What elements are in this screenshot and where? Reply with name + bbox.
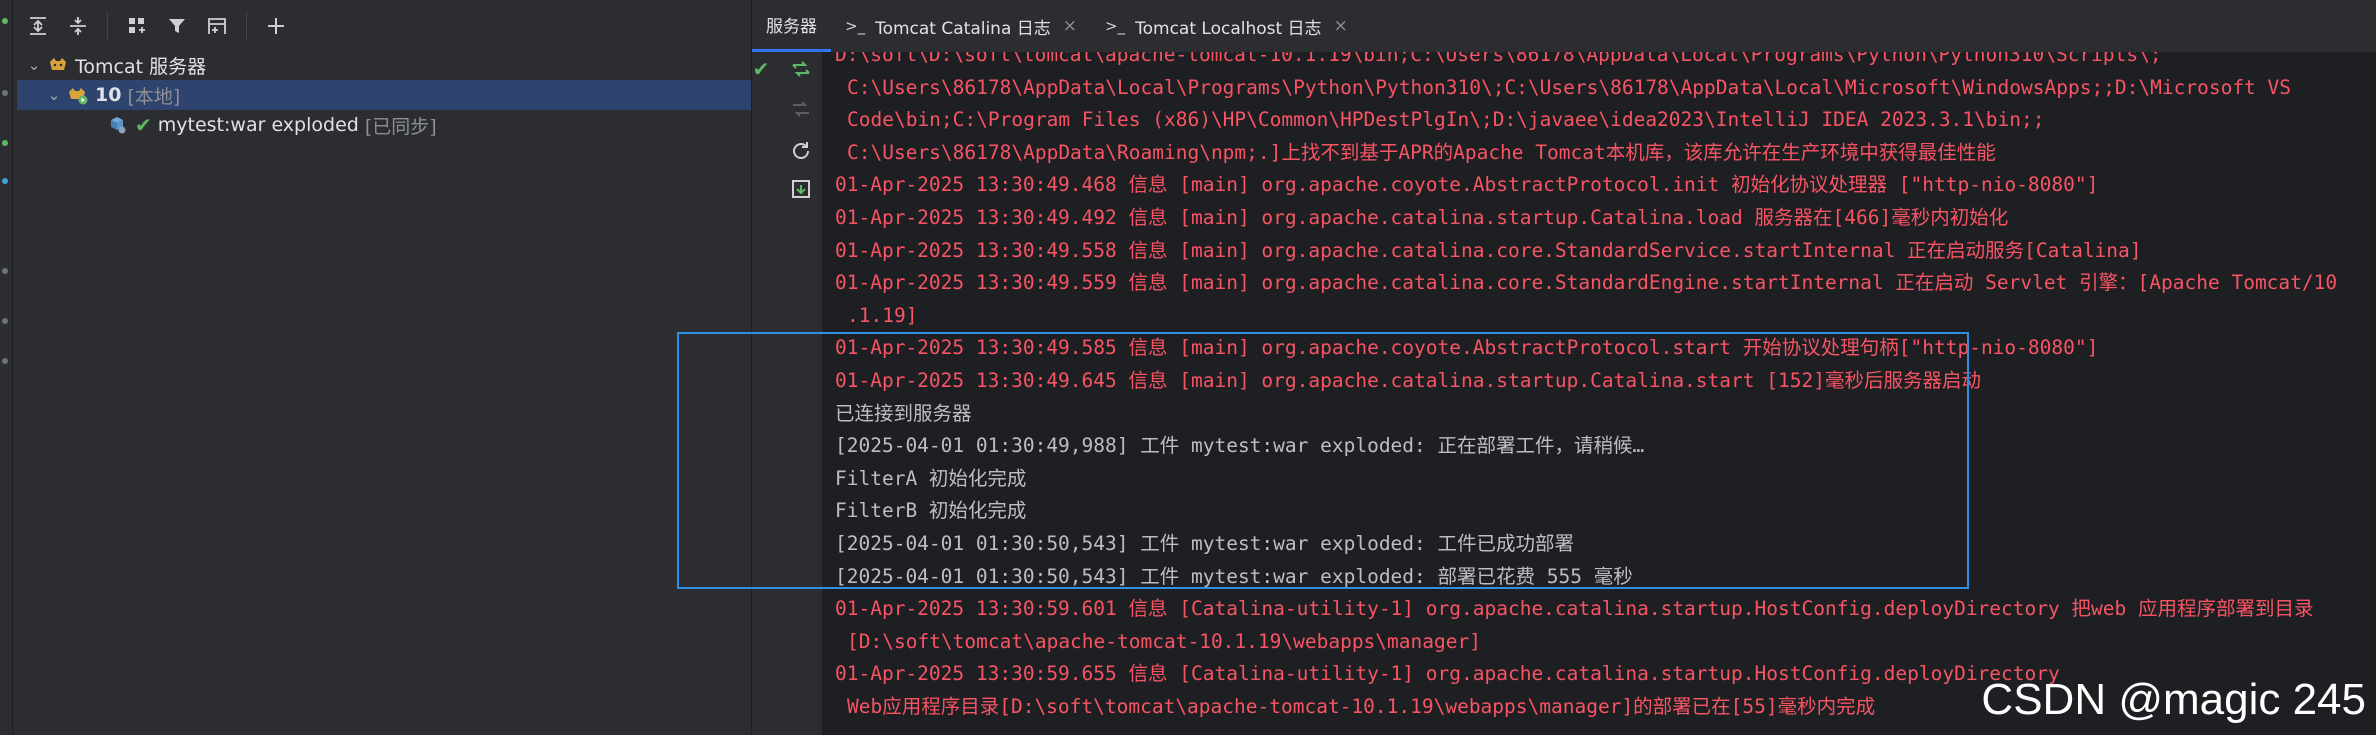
close-icon[interactable]: ×: [1334, 16, 1348, 36]
check-icon: ✔: [135, 113, 152, 137]
terminal-icon: >_: [1105, 17, 1126, 35]
tree-node-server-10[interactable]: ⌄ 10 [本地]: [17, 80, 751, 110]
console-line: Code\bin;C:\Program Files (x86)\HP\Commo…: [847, 108, 2045, 132]
tree-node-label: Tomcat 服务器: [75, 55, 207, 78]
console-line: FilterA 初始化完成: [835, 466, 1027, 490]
console-line: 已连接到服务器: [835, 401, 972, 425]
tab-label: Tomcat Localhost 日志: [1135, 18, 1322, 39]
tab-label: Tomcat Catalina 日志: [875, 18, 1051, 39]
artifact-icon: [105, 112, 131, 138]
server-suffix: [本地]: [127, 85, 181, 108]
console-line: 01-Apr-2025 13:30:59.655 信息 [Catalina-ut…: [835, 662, 2060, 686]
console-side-toolbar: ✔: [752, 52, 823, 735]
console-line: C:\Users\86178\AppData\Roaming\npm;.]上找不…: [847, 140, 1996, 164]
chevron-down-icon[interactable]: ⌄: [23, 56, 45, 74]
group-icon[interactable]: [120, 9, 154, 43]
left-tool-strip: [0, 0, 13, 735]
collapse-all-icon[interactable]: [61, 9, 95, 43]
debug-icon[interactable]: [2, 140, 8, 146]
console-line: 01-Apr-2025 13:30:49.559 信息 [main] org.a…: [835, 271, 2338, 295]
artifact-suffix: [已同步]: [364, 115, 437, 138]
console-line: [2025-04-01 01:30:50,543] 工件 mytest:war …: [835, 532, 1575, 555]
console-line: 01-Apr-2025 13:30:49.645 信息 [main] org.a…: [835, 369, 1981, 392]
console-line: .1.19]: [847, 303, 918, 327]
toolbar-divider: [246, 12, 247, 40]
console-line: FilterB 初始化完成: [835, 499, 1027, 523]
tool-icon[interactable]: [2, 358, 8, 364]
console-line: [2025-04-01 01:30:49,988] 工件 mytest:war …: [835, 434, 1645, 458]
expand-all-icon[interactable]: [21, 9, 55, 43]
run-icon[interactable]: [2, 18, 8, 24]
console-tabbar: 服务器 >_ Tomcat Catalina 日志 × >_ Tomcat Lo…: [752, 0, 2376, 53]
tree-node-artifact[interactable]: ✔ mytest:war exploded [已同步]: [105, 110, 745, 140]
console-line: 01-Apr-2025 13:30:59.601 信息 [Catalina-ut…: [835, 597, 2314, 621]
services-toolbar: [13, 0, 751, 52]
services-tree-pane: ⌄ Tomcat 服务器 ⌄ 10 [本地] ✔ mytest:war expl…: [13, 0, 752, 735]
tool-icon[interactable]: [2, 90, 8, 96]
terminal-icon: >_: [845, 17, 866, 35]
close-icon[interactable]: ×: [1063, 16, 1077, 36]
toolbar-divider: [107, 12, 108, 40]
server-running-icon: [65, 82, 91, 108]
tool-icon[interactable]: [2, 318, 8, 324]
console-line: Web应用程序目录[D:\soft\tomcat\apache-tomcat-1…: [847, 695, 1876, 718]
tomcat-icon: [45, 52, 71, 78]
new-tab-icon[interactable]: [200, 9, 234, 43]
console-line: 01-Apr-2025 13:30:49.468 信息 [main] org.a…: [835, 173, 2099, 197]
tab-localhost-log[interactable]: >_ Tomcat Localhost 日志 ×: [1091, 0, 1362, 52]
console-line: C:\Users\86178\AppData\Local\Programs\Py…: [847, 75, 2292, 99]
console-panel: 服务器 >_ Tomcat Catalina 日志 × >_ Tomcat Lo…: [752, 0, 2376, 735]
console-line: 01-Apr-2025 13:30:49.558 信息 [main] org.a…: [835, 238, 2142, 262]
artifact-name: mytest:war exploded: [157, 114, 359, 136]
chevron-down-icon[interactable]: ⌄: [43, 86, 65, 104]
console-line: 01-Apr-2025 13:30:49.585 信息 [main] org.a…: [835, 336, 2099, 360]
tool-icon[interactable]: [2, 268, 8, 274]
console-line: D:\soft\D:\soft\tomcat\apache-tomcat-10.…: [835, 52, 2162, 66]
server-name: 10: [95, 84, 122, 106]
console-line: [D:\soft\tomcat\apache-tomcat-10.1.19\we…: [847, 629, 1481, 653]
tab-label: 服务器: [766, 17, 817, 37]
add-icon[interactable]: [259, 9, 293, 43]
deploy-icon[interactable]: [2, 178, 8, 184]
tab-catalina-log[interactable]: >_ Tomcat Catalina 日志 ×: [831, 0, 1091, 52]
console-line: 01-Apr-2025 13:30:49.492 信息 [main] org.a…: [835, 206, 2009, 229]
watermark: CSDN @magic 245: [1981, 675, 2366, 724]
console-line: [2025-04-01 01:30:50,543] 工件 mytest:war …: [835, 564, 1633, 588]
tab-server-output[interactable]: 服务器: [752, 0, 831, 52]
filter-icon[interactable]: [160, 9, 194, 43]
console-output[interactable]: D:\soft\D:\soft\tomcat\apache-tomcat-10.…: [823, 52, 2376, 735]
tree-node-tomcat-server[interactable]: ⌄ Tomcat 服务器: [23, 50, 743, 80]
